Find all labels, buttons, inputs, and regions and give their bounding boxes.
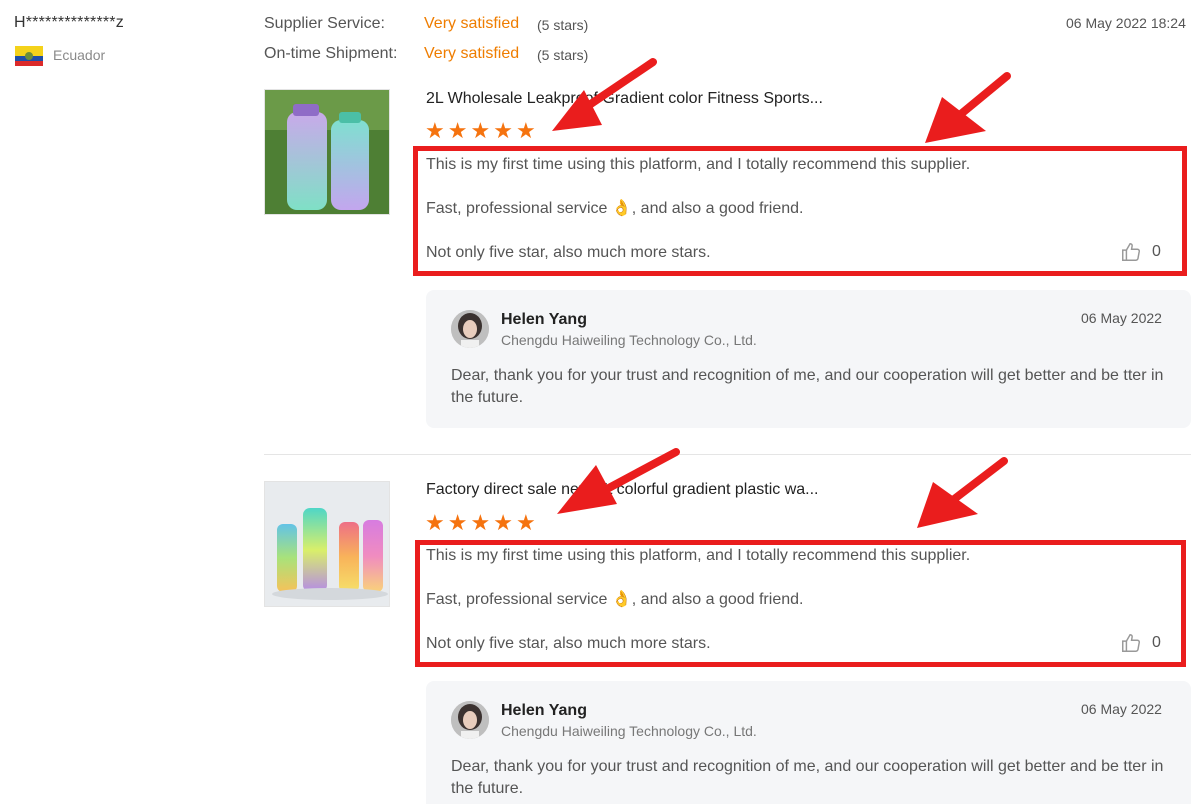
annotation-arrows xyxy=(552,58,1011,528)
